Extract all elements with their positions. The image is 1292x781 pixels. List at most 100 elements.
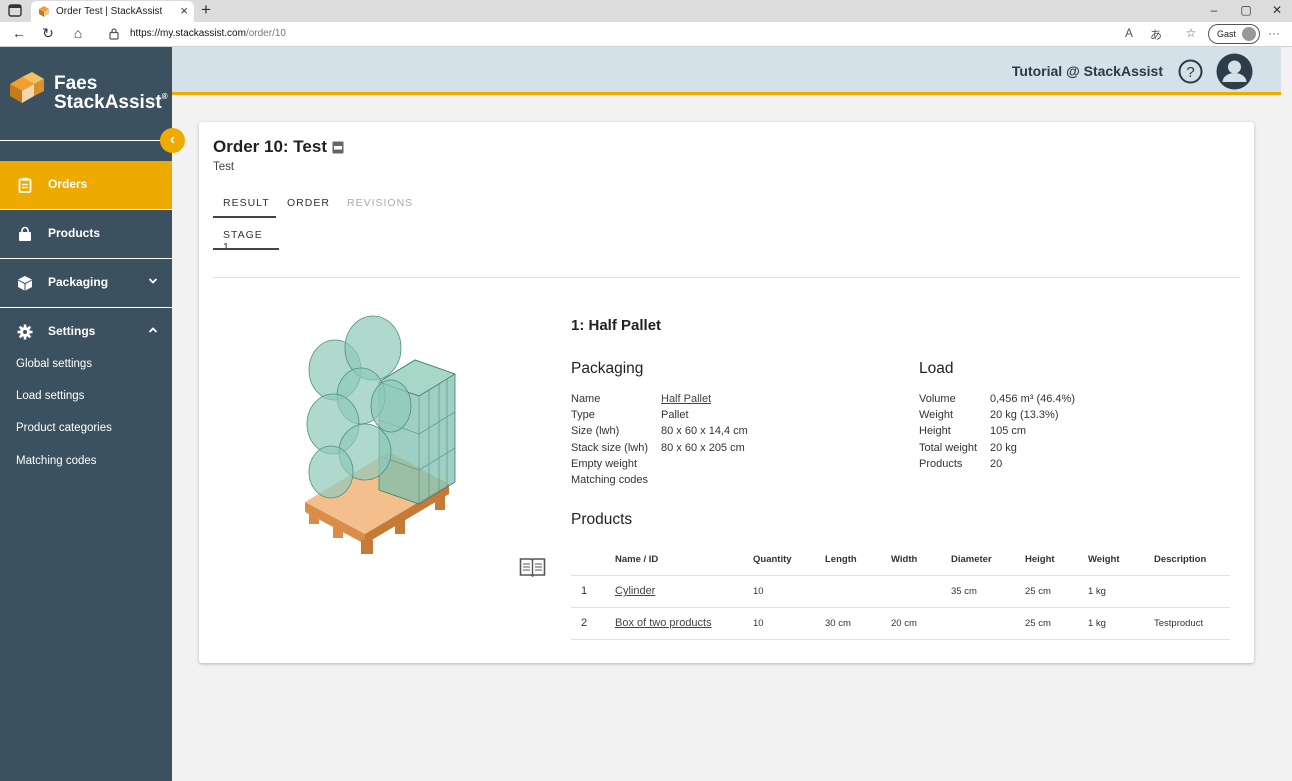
tab-order[interactable]: ORDER: [287, 197, 330, 209]
sidebar-subitem-load-settings[interactable]: Load settings: [16, 390, 84, 402]
cell-length: [825, 575, 891, 608]
cell-description: [1154, 575, 1230, 608]
browser-address-bar: ← ↻ ⌂ https://my.stackassist.com/order/1…: [0, 22, 1292, 47]
page-title: Order 10: Test: [213, 137, 328, 156]
sidebar-item-label: Packaging: [48, 275, 109, 289]
column-header: Length: [825, 544, 891, 576]
packaging-value: [661, 472, 748, 488]
cell-width: 20 cm: [891, 607, 951, 640]
load-label: Total weight: [919, 441, 978, 454]
packaging-label: Empty weight: [571, 457, 638, 470]
cell-weight: 1 kg: [1088, 607, 1154, 640]
product-link-cylinder[interactable]: Cylinder: [615, 585, 655, 597]
table-row: 1 Cylinder 10 35 cm 25 cm 1 kg: [571, 575, 1230, 608]
order-subtitle: Test: [213, 161, 235, 173]
book-icon[interactable]: [519, 556, 546, 578]
url-path: /order/10: [245, 28, 286, 39]
packaging-label: Size (lwh): [571, 425, 620, 438]
url-host: https://my.stackassist.com: [130, 28, 246, 39]
profile-button[interactable]: Gast: [1208, 24, 1260, 44]
load-value: 20 kg: [990, 441, 1017, 454]
packaging-value: 80 x 60 x 205 cm: [661, 441, 745, 454]
profile-avatar: [1242, 27, 1256, 41]
browser-tab[interactable]: Order Test | StackAssist ×: [31, 1, 194, 22]
packaging-value: 80 x 60 x 14,4 cm: [661, 425, 748, 438]
sidebar: Faes StackAssist® ‹ Orders Products Pack…: [0, 47, 185, 781]
minimize-icon[interactable]: –: [1204, 3, 1224, 17]
tab-revisions[interactable]: REVISIONS: [347, 197, 413, 209]
back-arrow-icon[interactable]: ←: [10, 25, 28, 41]
lock-icon[interactable]: [108, 27, 120, 40]
load-values: 0,456 m³ (46.4%) 20 kg (13.3%) 105 cm 20…: [990, 391, 1075, 472]
pdf-icon[interactable]: [332, 141, 344, 154]
shopping-bag-icon: [19, 226, 31, 241]
sidebar-divider: [0, 140, 172, 141]
sidebar-item-packaging[interactable]: Packaging: [0, 259, 172, 308]
packaging-name-link[interactable]: Half Pallet: [661, 393, 711, 405]
maximize-icon[interactable]: ▢: [1236, 3, 1256, 17]
sidebar-subitem-global-settings[interactable]: Global settings: [16, 358, 92, 370]
column-header: Name / ID: [615, 544, 753, 576]
packaging-label: Matching codes: [571, 474, 649, 487]
read-aloud-icon[interactable]: A: [1120, 26, 1138, 40]
home-icon[interactable]: ⌂: [69, 25, 87, 41]
pallet-visualization[interactable]: [295, 312, 465, 557]
cell-quantity: 10: [753, 607, 825, 640]
cell-description: Testproduct: [1154, 607, 1230, 640]
table-row: 2 Box of two products 10 30 cm 20 cm 25 …: [571, 607, 1230, 640]
load-label: Volume: [919, 393, 956, 405]
load-value: 0,456 m³ (46.4%): [990, 393, 1075, 405]
sidebar-subitem-product-categories[interactable]: Product categories: [16, 422, 112, 434]
column-header: Quantity: [753, 544, 825, 576]
load-label: Height: [919, 425, 951, 438]
products-table: Name / ID Quantity Length Width Diameter…: [571, 544, 1230, 640]
load-value: 20 kg (13.3%): [990, 409, 1059, 422]
column-header: Height: [1025, 544, 1088, 576]
cell-quantity: 10: [753, 575, 825, 608]
result-title: 1: Half Pallet: [571, 317, 662, 334]
column-header: Description: [1154, 544, 1230, 576]
close-window-icon[interactable]: ✕: [1267, 3, 1287, 17]
sidebar-item-settings[interactable]: Settings: [0, 308, 172, 357]
window-menu-icon[interactable]: [8, 4, 22, 17]
svg-text:?: ?: [1186, 64, 1194, 81]
translate-icon[interactable]: あ: [1147, 26, 1165, 43]
load-value: 20: [990, 457, 1003, 470]
load-labels: Volume Weight Height Total weight Produc…: [919, 391, 977, 472]
cell-height: 25 cm: [1025, 575, 1088, 608]
chevron-down-icon: [148, 278, 158, 284]
packaging-value: [661, 456, 748, 472]
packaging-labels: Name Type Size (lwh) Stack size (lwh) Em…: [571, 391, 648, 488]
logo-text-stackassist: StackAssist®: [54, 92, 168, 113]
product-link-box-of-two-products[interactable]: Box of two products: [615, 617, 712, 629]
cell-diameter: 35 cm: [951, 575, 1025, 608]
reload-icon[interactable]: ↻: [39, 25, 57, 42]
url-field[interactable]: https://my.stackassist.com/order/10: [130, 28, 286, 39]
close-tab-icon[interactable]: ×: [180, 3, 188, 18]
sidebar-subitem-matching-codes[interactable]: Matching codes: [16, 455, 97, 467]
clipboard-icon: [18, 177, 32, 193]
sidebar-item-orders[interactable]: Orders: [0, 161, 172, 210]
row-number: 2: [571, 607, 615, 640]
help-icon[interactable]: ?: [1178, 59, 1203, 84]
new-tab-icon[interactable]: +: [198, 0, 214, 20]
load-label: Weight: [919, 409, 954, 422]
column-header: Weight: [1088, 544, 1154, 576]
cell-length: 30 cm: [825, 607, 891, 640]
cell-height: 25 cm: [1025, 607, 1088, 640]
favorites-icon[interactable]: ☆: [1182, 26, 1200, 40]
packaging-values: Half Pallet Pallet 80 x 60 x 14,4 cm 80 …: [661, 391, 748, 488]
products-heading: Products: [571, 511, 633, 528]
table-header-row: Name / ID Quantity Length Width Diameter…: [571, 544, 1230, 576]
tab-result[interactable]: RESULT: [223, 197, 270, 209]
cell-weight: 1 kg: [1088, 575, 1154, 608]
section-divider: [213, 277, 1240, 278]
faes-logo-icon: [10, 72, 44, 103]
column-header: [571, 544, 615, 576]
collapse-sidebar-button[interactable]: ‹: [160, 128, 185, 153]
load-value: 105 cm: [990, 425, 1027, 438]
more-options-icon[interactable]: ···: [1265, 26, 1283, 40]
user-avatar-icon[interactable]: [1216, 53, 1253, 90]
column-header: Diameter: [951, 544, 1025, 576]
sidebar-item-products[interactable]: Products: [0, 210, 172, 259]
